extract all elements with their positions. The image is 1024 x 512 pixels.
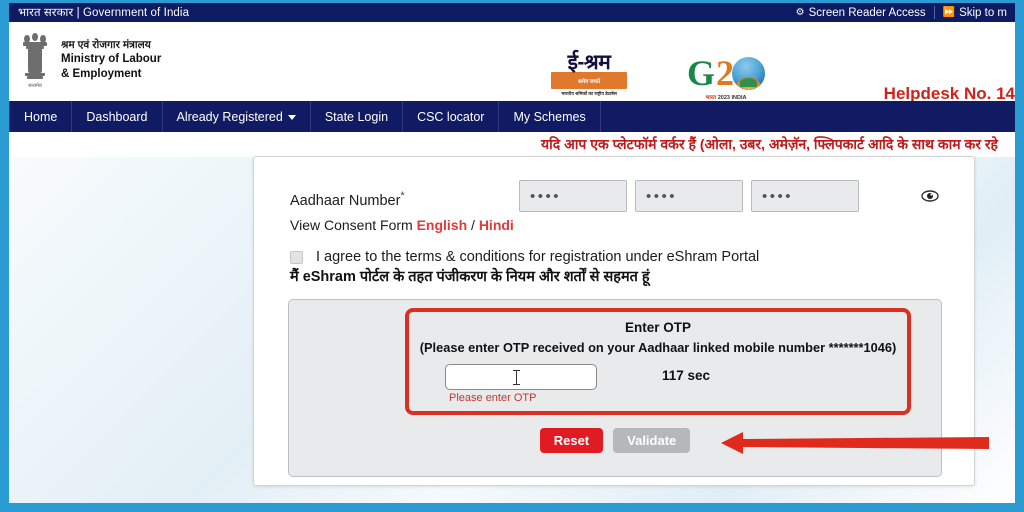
nav-item-already-registered[interactable]: Already Registered (163, 101, 311, 132)
otp-title: Enter OTP (624, 320, 691, 335)
aadhaar-input-part-3[interactable]: •••• (751, 180, 859, 212)
ministry-name-english-line1: Ministry of Labour (61, 53, 162, 65)
otp-input[interactable] (445, 364, 597, 390)
g20-logo-marks: G 2 (674, 54, 778, 92)
otp-countdown-timer: 117 sec (662, 368, 711, 383)
g20-subtitle: भारत 2023 INDIA (674, 93, 778, 101)
ministry-branding: सत्यमेव श्रम एवं रोजगार मंत्रालय Ministr… (17, 30, 161, 92)
terms-agreement-line-english: I agree to the terms & conditions for re… (290, 249, 930, 265)
consent-form-hindi-link[interactable]: Hindi (479, 217, 514, 233)
aadhaar-number-label-text: Aadhaar Number (290, 192, 401, 209)
main-navigation: Home Dashboard Already Registered State … (9, 101, 1015, 132)
terms-agreement-text-english: I agree to the terms & conditions for re… (316, 249, 760, 265)
skip-to-main-link[interactable]: ⏩ Skip to m (935, 3, 1015, 22)
eshram-logo-tagline: भारतीय श्रमिकों का राष्ट्रीय डेटाबेस (561, 91, 617, 96)
govbar-links: ⚙ Screen Reader Access ⏩ Skip to m (788, 3, 1015, 22)
required-asterisk: * (400, 190, 405, 202)
ministry-name-hindi: श्रम एवं रोजगार मंत्रालय (61, 39, 151, 51)
terms-agreement-text-hindi: मैं eShram पोर्टल के तहत पंजीकरण के नियम… (290, 269, 650, 285)
nav-item-state-login[interactable]: State Login (311, 101, 404, 132)
view-consent-form-row: View Consent Form English / Hindi (290, 217, 514, 233)
eshram-logo-word: ई-श्रम (567, 51, 611, 74)
otp-subtitle: (Please enter OTP received on your Aadha… (419, 340, 897, 355)
otp-button-row: Reset Validate (289, 428, 941, 453)
eshram-logo[interactable]: ई-श्रम श्रमेव जयते भारतीय श्रमिकों का रा… (551, 52, 627, 97)
svg-text:सत्यमेव: सत्यमेव (28, 82, 42, 89)
fast-forward-icon: ⏩ (942, 6, 956, 18)
g20-letter-g: G (686, 53, 715, 93)
site-header: सत्यमेव श्रम एवं रोजगार मंत्रालय Ministr… (9, 22, 1015, 103)
eshram-logo-band: श्रमेव जयते (551, 72, 627, 89)
aadhaar-number-label: Aadhaar Number* (290, 190, 405, 209)
otp-panel: Enter OTP (Please enter OTP received on … (288, 299, 942, 477)
announcement-marquee-text: यदि आप एक प्लेटफॉर्म वर्कर हैं (ओला, उबर… (541, 136, 998, 152)
consent-separator: / (467, 217, 479, 233)
chevron-down-icon (287, 115, 296, 120)
otp-input-row: Please enter OTP 117 sec (409, 364, 907, 409)
reset-button[interactable]: Reset (539, 428, 604, 453)
aadhaar-input-part-2[interactable]: •••• (635, 180, 743, 212)
page-root: भारत सरकार | Government of India ⚙ Scree… (9, 3, 1015, 503)
nav-item-state-login-label: State Login (324, 109, 389, 124)
terms-agreement-row: I agree to the terms & conditions for re… (290, 249, 930, 286)
govt-of-india-label: भारत सरकार | Government of India (18, 7, 190, 19)
accessibility-icon: ⚙ (795, 6, 805, 18)
india-state-emblem-icon: सत्यमेव (17, 30, 53, 92)
browser-frame: भारत सरकार | Government of India ⚙ Scree… (0, 0, 1024, 512)
skip-to-main-label: Skip to m (959, 6, 1007, 19)
text-cursor-icon (513, 370, 520, 385)
nav-item-already-registered-label: Already Registered (176, 109, 283, 124)
otp-highlight-box: Enter OTP (Please enter OTP received on … (405, 308, 911, 415)
nav-item-csc-locator-label: CSC locator (417, 109, 485, 124)
validate-button: Validate (613, 428, 691, 453)
aadhaar-input-part-1[interactable]: •••• (519, 180, 627, 212)
eye-icon[interactable] (920, 188, 940, 204)
consent-form-english-link[interactable]: English (417, 217, 468, 233)
nav-item-csc-locator[interactable]: CSC locator (403, 101, 500, 132)
nav-item-home-label: Home (24, 109, 58, 124)
aadhaar-number-row: Aadhaar Number* •••• •••• •••• (290, 180, 940, 218)
terms-agreement-checkbox[interactable] (290, 250, 303, 264)
otp-error-message: Please enter OTP (449, 392, 537, 404)
ministry-text-block: श्रम एवं रोजगार मंत्रालय Ministry of Lab… (61, 30, 161, 82)
g20-logo: G 2 भारत 2023 INDIA (674, 54, 778, 101)
nav-item-my-schemes[interactable]: My Schemes (499, 101, 601, 132)
announcement-marquee: यदि आप एक प्लेटफॉर्म वर्कर हैं (ओला, उबर… (9, 132, 1015, 157)
view-consent-form-label: View Consent Form (290, 217, 417, 233)
nav-item-home[interactable]: Home (9, 101, 73, 132)
nav-item-dashboard-label: Dashboard (86, 109, 148, 124)
screen-reader-access-label: Screen Reader Access (808, 6, 926, 19)
screen-reader-access-link[interactable]: ⚙ Screen Reader Access (788, 3, 934, 22)
nav-item-my-schemes-label: My Schemes (513, 109, 586, 124)
nav-item-dashboard[interactable]: Dashboard (72, 101, 163, 132)
g20-globe-lotus-icon (732, 56, 765, 90)
eshram-logo-band-text: श्रमेव जयते (577, 78, 601, 85)
government-top-bar: भारत सरकार | Government of India ⚙ Scree… (9, 3, 1015, 22)
registration-card: Aadhaar Number* •••• •••• •••• View Cons… (253, 156, 975, 486)
ministry-name-english-line2: & Employment (61, 68, 142, 80)
